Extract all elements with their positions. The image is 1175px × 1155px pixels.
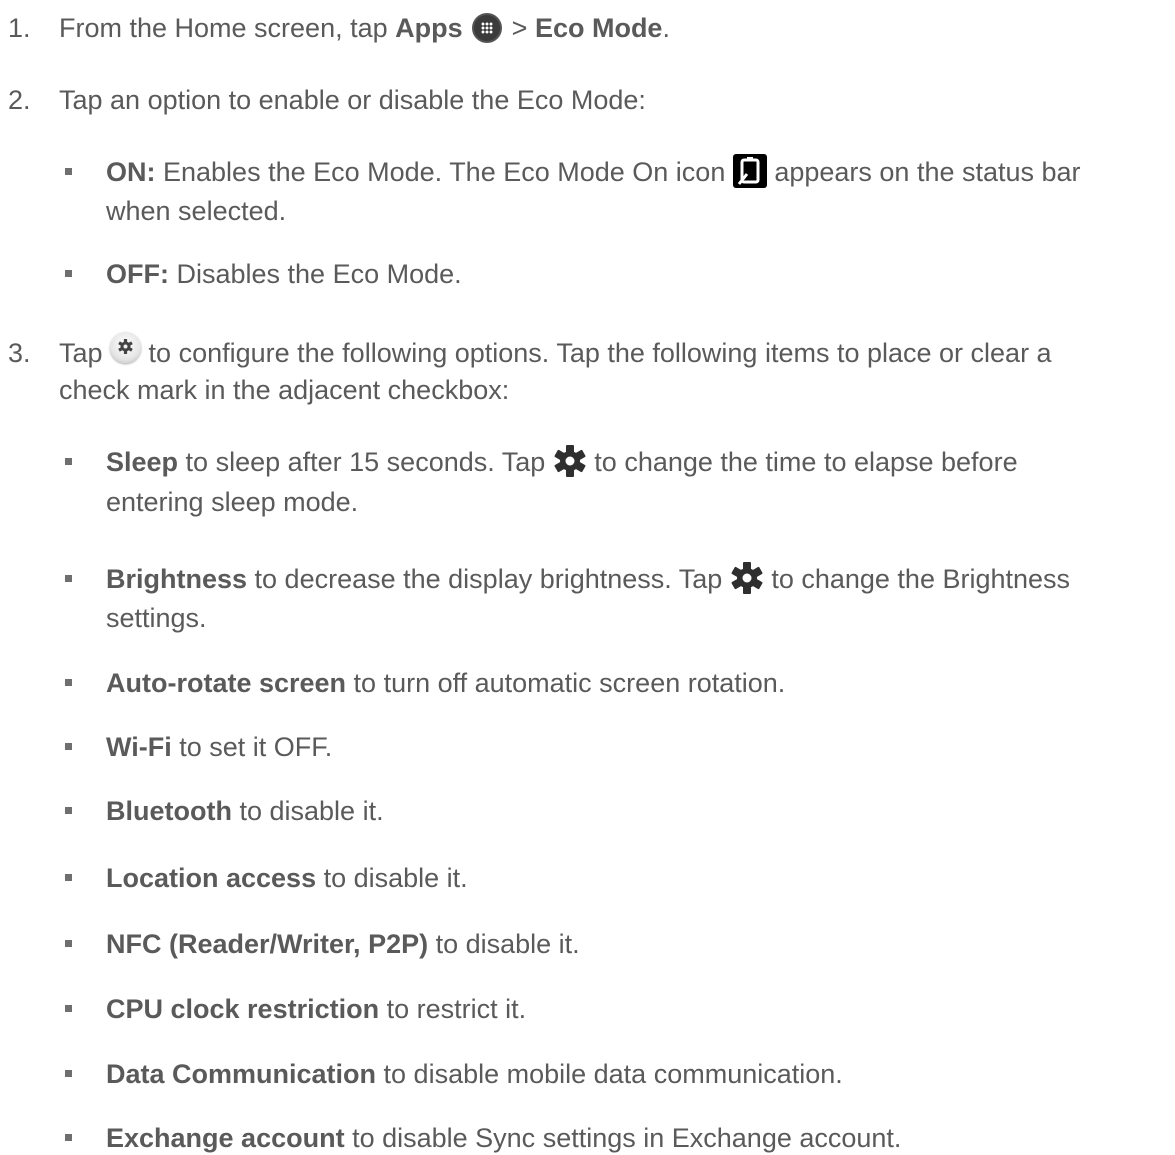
- bullet-icon: [65, 575, 72, 582]
- gear-icon: [730, 561, 764, 595]
- step-text: From the Home screen, tap Apps > Eco Mod…: [59, 12, 670, 43]
- step-text: Tap an option to enable or disable the E…: [59, 85, 646, 115]
- bullet-icon: [65, 168, 72, 175]
- apps-icon: [472, 12, 503, 43]
- bullet-icon: [65, 679, 72, 686]
- bullet-icon: [65, 270, 72, 277]
- gear-icon: [553, 444, 587, 478]
- step-number: 1.: [8, 13, 31, 43]
- step-number: 2.: [8, 85, 31, 115]
- bullet-icon: [65, 1005, 72, 1012]
- settings-gear-icon: [110, 332, 142, 364]
- bullet-icon: [65, 1070, 72, 1077]
- eco-mode-icon: [732, 153, 767, 188]
- step-number: 3.: [8, 338, 31, 368]
- bullet-icon: [65, 807, 72, 814]
- bullet-icon: [65, 458, 72, 465]
- bullet-icon: [65, 874, 72, 881]
- bullet-icon: [65, 1134, 72, 1141]
- bullet-icon: [65, 940, 72, 947]
- bullet-icon: [65, 743, 72, 750]
